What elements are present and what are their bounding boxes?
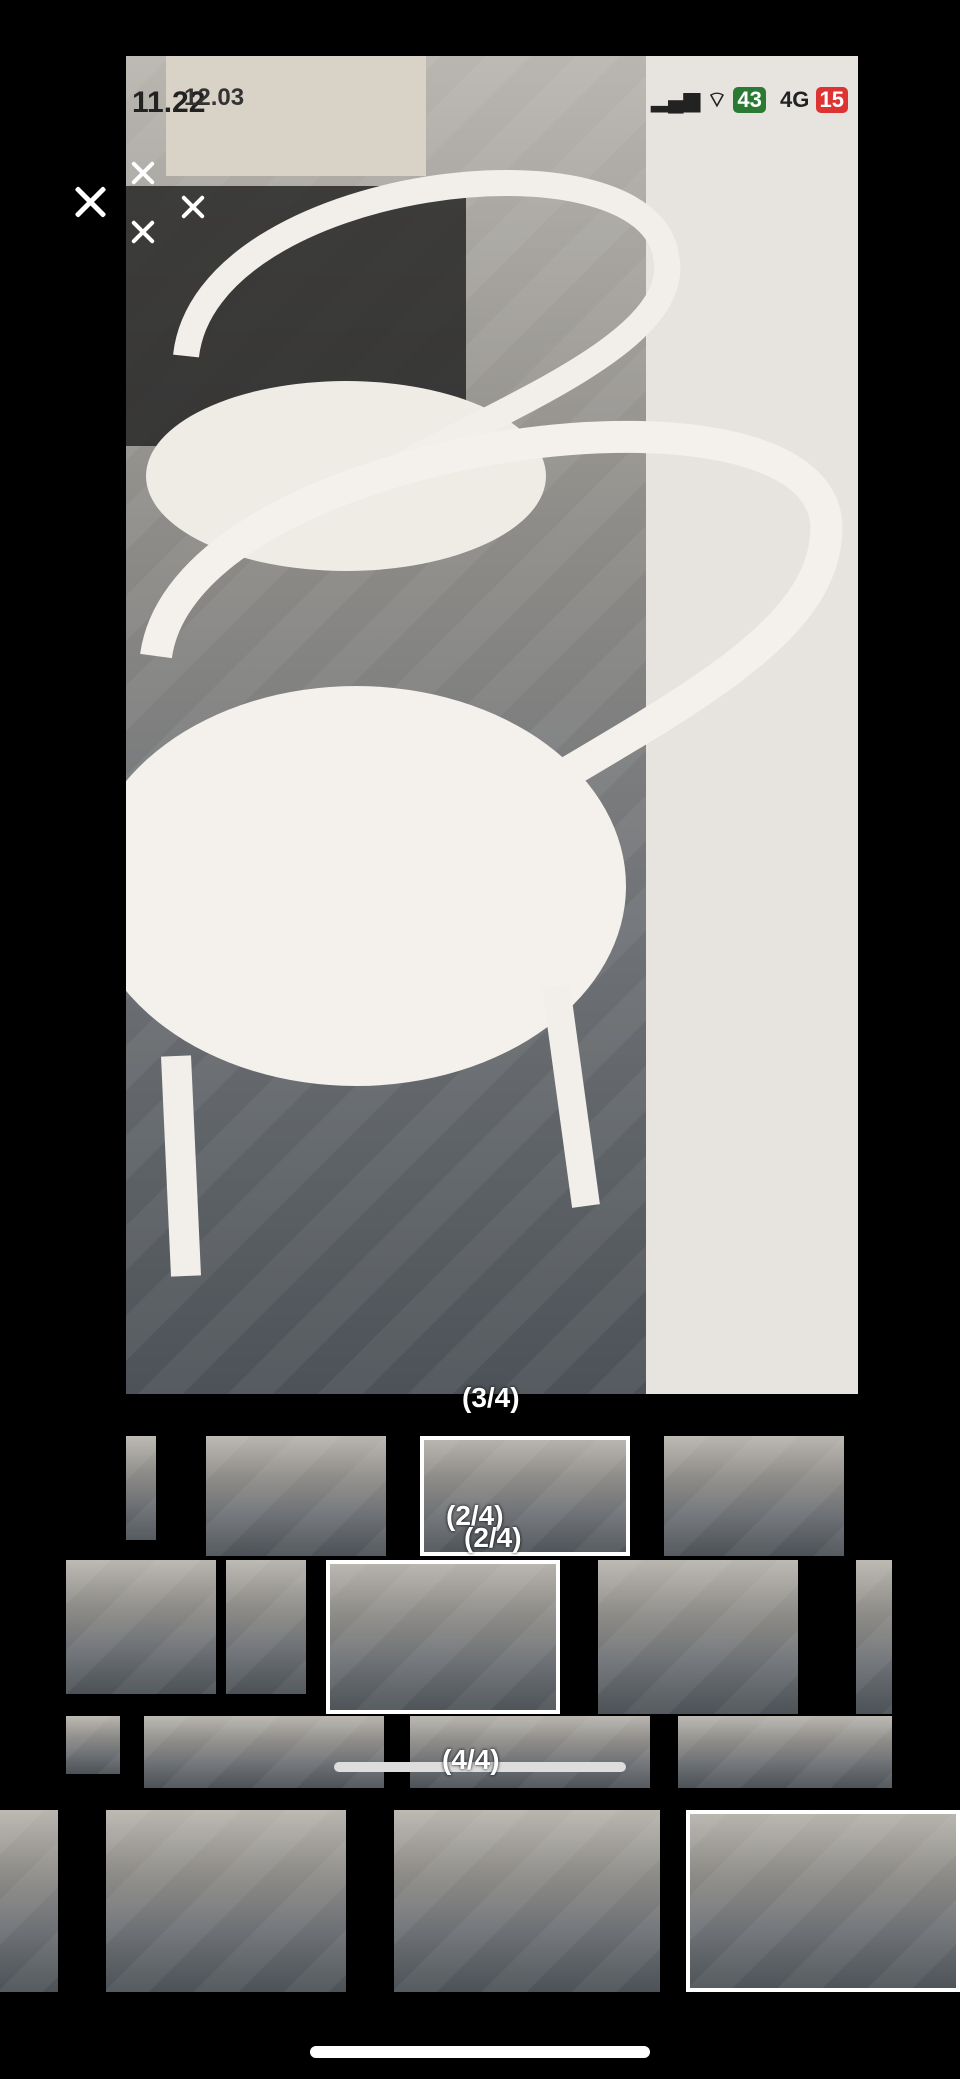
thumbnail[interactable] — [678, 1716, 892, 1788]
thumbnail[interactable] — [66, 1716, 120, 1774]
thumbnail[interactable] — [598, 1560, 798, 1714]
thumbnail-selected[interactable] — [686, 1810, 960, 1992]
mail-badge: 43 — [733, 87, 766, 113]
thumbnail[interactable] — [144, 1716, 384, 1788]
battery-icon: 15 — [815, 87, 848, 113]
thumbnail[interactable] — [394, 1810, 660, 1992]
network-type: 4G — [780, 87, 810, 112]
thumbnail[interactable] — [106, 1810, 346, 1992]
chair-illustration — [126, 56, 858, 1394]
main-photo[interactable] — [126, 56, 858, 1394]
status-bar: 11.22 12.03 ▂▄▆ ⌔ 43 4G 15 — [126, 56, 858, 126]
thumbnail[interactable] — [856, 1560, 892, 1714]
thumbnail[interactable] — [66, 1560, 216, 1694]
thumbnail-counter: (2/4) — [464, 1522, 522, 1553]
wifi-icon: ⌔ — [706, 87, 728, 112]
close-icon[interactable] — [70, 182, 110, 222]
close-icon[interactable] — [128, 158, 158, 188]
thumbnail[interactable] — [226, 1560, 306, 1694]
close-icon[interactable] — [178, 192, 208, 222]
thumbnail[interactable] — [206, 1436, 386, 1556]
thumbnail-counter: (4/4) — [442, 1744, 500, 1775]
close-icon[interactable] — [128, 217, 158, 247]
thumbnail-selected[interactable] — [326, 1560, 560, 1714]
page-counter: (3/4) — [462, 1382, 520, 1413]
signal-icon: ▂▄▆ — [651, 87, 701, 112]
home-indicator[interactable] — [310, 2046, 650, 2058]
status-indicators: ▂▄▆ ⌔ 43 4G 15 — [651, 86, 848, 114]
thumbnail[interactable] — [126, 1436, 156, 1540]
thumbnail[interactable] — [664, 1436, 844, 1556]
thumbnail-selected[interactable] — [420, 1436, 630, 1556]
thumbnail[interactable] — [0, 1810, 58, 1992]
status-time-overlap: 12.03 — [184, 84, 245, 111]
